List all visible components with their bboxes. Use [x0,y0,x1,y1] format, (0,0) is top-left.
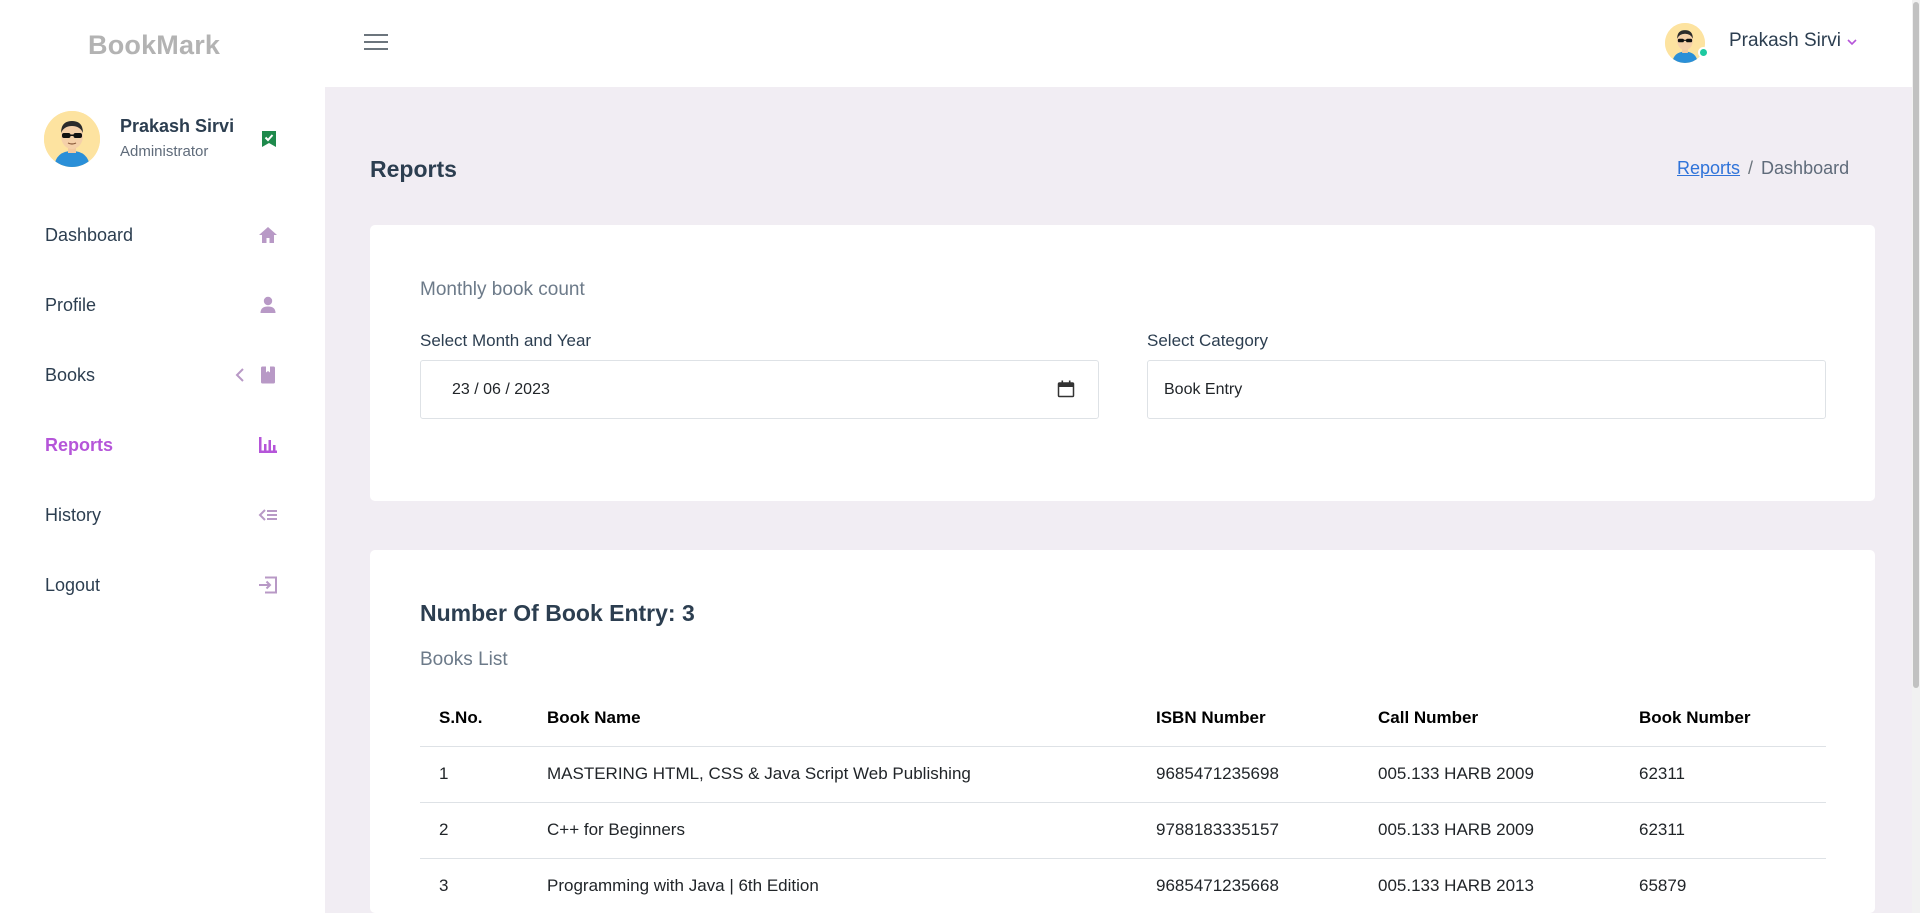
topbar: Prakash Sirvi [325,0,1920,87]
cell-sno: 1 [420,745,528,802]
home-icon [259,227,277,243]
month-year-value: 23 / 06 / 2023 [452,381,550,398]
page-scrollbar[interactable] [1912,0,1920,913]
bar-chart-icon [259,437,277,453]
category-select[interactable]: Book Entry [1147,360,1826,419]
cell-book-name: Programming with Java | 6th Edition [528,857,1137,913]
sidebar: BookMark Prakash Sirvi Administrator Das… [0,0,325,913]
sidebar-item-dashboard[interactable]: Dashboard [0,200,325,270]
books-card: Number Of Book Entry: 3 Books List S.No.… [370,550,1875,913]
profile-name: Prakash Sirvi [120,116,235,136]
cell-call-number: 005.133 HARB 2009 [1359,745,1620,802]
sidebar-item-label: History [45,504,102,525]
cell-book-number: 65879 [1620,857,1826,913]
avatar [44,111,100,167]
user-menu[interactable]: Prakash Sirvi [1665,22,1885,64]
cell-isbn: 9685471235698 [1137,745,1359,802]
breadcrumb-current: Dashboard [1761,158,1850,178]
calendar-icon[interactable] [1057,380,1075,398]
book-entry-count: Number Of Book Entry: 3 [420,600,695,626]
filter-card-title: Monthly book count [420,279,585,300]
sidebar-item-label: Logout [45,574,101,595]
chevron-down-icon [1847,39,1857,46]
sidebar-profile: Prakash Sirvi Administrator [44,111,284,167]
page-title: Reports [370,156,457,182]
history-icon [258,509,277,521]
breadcrumb-link-reports[interactable]: Reports [1677,158,1740,178]
column-header-book-name: Book Name [547,707,641,727]
column-header-sno: S.No. [439,707,483,727]
book-icon [261,366,275,384]
sidebar-nav: Dashboard Profile Books Reports History … [0,200,325,620]
scrollbar-thumb[interactable] [1913,2,1919,688]
cell-sno: 2 [420,801,528,858]
verified-badge-icon [262,131,276,147]
books-table: S.No. Book Name ISBN Number Call Number … [420,690,1826,913]
online-status-dot [1698,47,1709,58]
sidebar-item-label: Dashboard [45,224,134,245]
column-header-call-number: Call Number [1378,707,1479,727]
avatar-image [44,111,100,167]
cell-book-number: 62311 [1620,745,1826,802]
cell-sno: 3 [420,857,528,913]
chevron-left-icon[interactable] [234,367,246,383]
books-list-title: Books List [420,649,508,670]
table-row: 2 C++ for Beginners 9788183335157 005.13… [420,801,1826,858]
sidebar-item-reports[interactable]: Reports [0,410,325,480]
cell-book-name: MASTERING HTML, CSS & Java Script Web Pu… [528,745,1137,802]
sidebar-item-label: Profile [45,294,97,315]
category-label: Select Category [1147,331,1268,350]
cell-isbn: 9788183335157 [1137,801,1359,858]
month-year-label: Select Month and Year [420,331,592,350]
sidebar-item-logout[interactable]: Logout [0,550,325,620]
cell-call-number: 005.133 HARB 2009 [1359,801,1620,858]
column-header-isbn: ISBN Number [1156,707,1266,727]
column-header-book-number: Book Number [1639,707,1751,727]
table-row: 1 MASTERING HTML, CSS & Java Script Web … [420,745,1826,802]
cell-book-name: C++ for Beginners [528,801,1137,858]
cell-isbn: 9685471235668 [1137,857,1359,913]
sidebar-item-books[interactable]: Books [0,340,325,410]
table-row: 3 Programming with Java | 6th Edition 96… [420,857,1826,913]
topbar-user-name: Prakash Sirvi [1729,30,1841,51]
breadcrumb-separator: / [1748,158,1754,178]
sidebar-item-label: Books [45,364,96,385]
cell-book-number: 62311 [1620,801,1826,858]
filter-card: Monthly book count Select Month and Year… [370,225,1875,501]
avatar [1665,23,1705,63]
profile-role: Administrator [120,143,209,160]
table-header-row: S.No. Book Name ISBN Number Call Number … [420,690,1826,746]
sidebar-item-history[interactable]: History [0,480,325,550]
avatar-image [1665,23,1705,63]
breadcrumb: Reports / Dashboard [1677,158,1849,179]
menu-toggle-icon[interactable] [364,32,388,52]
logout-icon [259,576,277,594]
sidebar-item-profile[interactable]: Profile [0,270,325,340]
cell-call-number: 005.133 HARB 2013 [1359,857,1620,913]
category-selected-value: Book Entry [1164,381,1243,398]
sidebar-item-label: Reports [45,434,114,455]
month-year-input[interactable]: 23 / 06 / 2023 [420,360,1099,419]
app-logo[interactable]: BookMark [88,30,220,61]
user-icon [260,296,276,313]
